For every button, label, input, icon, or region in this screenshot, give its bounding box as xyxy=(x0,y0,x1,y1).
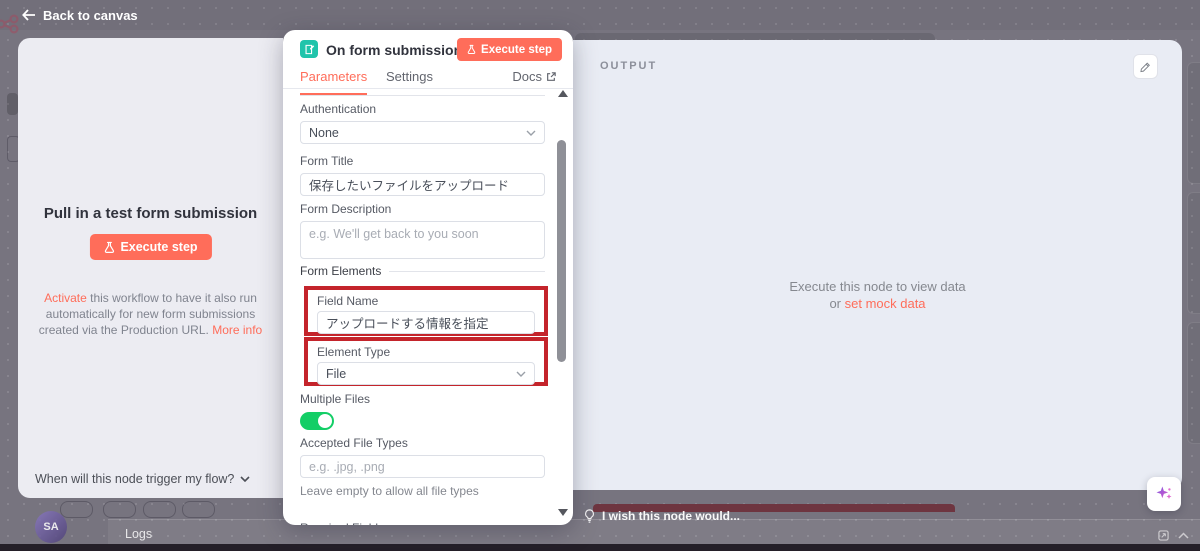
activate-link[interactable]: Activate xyxy=(44,291,87,305)
dimmed-canvas-button xyxy=(143,501,176,518)
edit-output-button[interactable] xyxy=(1133,54,1158,79)
bottom-right-icons xyxy=(1158,530,1189,541)
form-title-label: Form Title xyxy=(300,154,545,168)
ai-assistant-button[interactable] xyxy=(1147,477,1181,511)
accepted-file-types-field: Accepted File Types Leave empty to allow… xyxy=(300,436,545,498)
authentication-value: None xyxy=(309,126,339,140)
trigger-question-label: When will this node trigger my flow? xyxy=(35,472,234,486)
accepted-file-types-input[interactable] xyxy=(300,455,545,478)
dimmed-panel-fragment xyxy=(1187,62,1200,184)
element-type-select[interactable]: File xyxy=(317,362,535,385)
execute-step-button-modal[interactable]: Execute step xyxy=(457,38,562,61)
external-link-icon xyxy=(546,72,556,82)
form-title-input[interactable] xyxy=(300,173,545,196)
field-name-field: Field Name xyxy=(308,290,544,338)
dimmed-side-button xyxy=(7,93,18,115)
user-avatar[interactable]: SA xyxy=(35,511,67,543)
node-settings-modal: On form submission Execute step Paramete… xyxy=(283,30,573,525)
output-empty-or: or xyxy=(829,296,844,311)
flask-icon xyxy=(467,44,476,55)
docs-link[interactable]: Docs xyxy=(512,69,556,84)
scroll-down-arrow[interactable] xyxy=(558,509,568,516)
output-empty-state: Execute this node to view data or set mo… xyxy=(573,278,1182,312)
scrollbar-thumb[interactable] xyxy=(557,140,566,362)
arrow-left-icon xyxy=(22,9,35,21)
execute-step-label: Execute step xyxy=(481,44,552,56)
input-panel-title: Pull in a test form submission xyxy=(18,205,283,222)
logs-label[interactable]: Logs xyxy=(125,527,152,541)
form-elements-section-label: Form Elements xyxy=(300,264,545,278)
pencil-icon xyxy=(1140,61,1151,73)
field-name-highlight: Field Name xyxy=(304,286,548,336)
more-info-link[interactable]: More info xyxy=(212,323,262,337)
authentication-select[interactable]: None xyxy=(300,121,545,144)
required-field-label: Required Field xyxy=(300,521,378,525)
element-type-field: Element Type File xyxy=(308,341,544,389)
chevron-down-icon xyxy=(526,130,536,136)
divider xyxy=(300,95,545,96)
field-name-label: Field Name xyxy=(317,294,535,308)
required-field-field: Required Field xyxy=(300,521,378,525)
sparkle-icon xyxy=(1154,484,1174,504)
field-name-input[interactable] xyxy=(317,311,535,334)
flask-icon xyxy=(103,241,114,254)
output-panel: OUTPUT Execute this node to view data or… xyxy=(573,40,1182,490)
form-description-label: Form Description xyxy=(300,202,545,216)
avatar-initials: SA xyxy=(43,521,58,533)
modal-tabs: Parameters Settings Docs xyxy=(283,68,573,89)
form-description-textarea[interactable] xyxy=(300,221,545,259)
authentication-label: Authentication xyxy=(300,102,545,116)
form-title-field: Form Title xyxy=(300,154,545,196)
element-type-value: File xyxy=(326,367,346,381)
input-panel: Pull in a test form submission Execute s… xyxy=(18,38,283,498)
logs-panel: Logs xyxy=(108,519,1200,546)
multiple-files-label: Multiple Files xyxy=(300,392,370,406)
modal-title: On form submission xyxy=(326,42,462,58)
top-bar: Back to canvas xyxy=(0,0,1200,30)
activate-note: Activate this workflow to have it also r… xyxy=(34,290,267,338)
modal-scroll-area: Authentication None Form Title Form Desc… xyxy=(283,89,573,525)
multiple-files-field: Multiple Files xyxy=(300,392,370,430)
scroll-up-arrow[interactable] xyxy=(558,90,568,97)
execute-step-label: Execute step xyxy=(120,240,197,254)
form-elements-label: Form Elements xyxy=(300,264,381,278)
lightbulb-icon xyxy=(584,509,595,523)
app-screen: Back to canvas Pull in a test form submi… xyxy=(0,0,1200,551)
bottom-border xyxy=(0,544,1200,551)
dimmed-canvas-button xyxy=(60,501,93,518)
wish-label: I wish this node would... xyxy=(602,509,740,523)
dimmed-canvas-button xyxy=(182,501,215,518)
divider xyxy=(389,271,545,272)
accepted-file-types-label: Accepted File Types xyxy=(300,436,545,450)
tab-settings[interactable]: Settings xyxy=(386,69,433,84)
dimmed-panel-fragment xyxy=(1187,322,1200,444)
output-header: OUTPUT xyxy=(600,60,657,72)
dimmed-canvas-button xyxy=(103,501,136,518)
back-label: Back to canvas xyxy=(43,8,138,23)
chevron-down-icon xyxy=(516,371,526,377)
accepted-file-types-help: Leave empty to allow all file types xyxy=(300,484,545,498)
authentication-field: Authentication None xyxy=(300,102,545,144)
trigger-question-toggle[interactable]: When will this node trigger my flow? xyxy=(35,472,250,486)
execute-step-button[interactable]: Execute step xyxy=(89,234,211,260)
docs-label: Docs xyxy=(512,69,542,84)
form-node-icon xyxy=(300,40,318,58)
chevron-down-icon xyxy=(240,476,250,482)
multiple-files-toggle[interactable] xyxy=(300,412,334,430)
wish-node-button[interactable]: I wish this node would... xyxy=(584,509,740,523)
form-description-field: Form Description xyxy=(300,202,545,264)
element-type-highlight: Element Type File xyxy=(304,337,548,386)
dimmed-panel-fragment xyxy=(1187,192,1200,314)
chevron-up-icon[interactable] xyxy=(1178,532,1189,539)
back-to-canvas-button[interactable]: Back to canvas xyxy=(22,0,138,30)
element-type-label: Element Type xyxy=(317,345,535,359)
modal-header: On form submission Execute step xyxy=(283,30,573,64)
toggle-knob xyxy=(318,414,332,428)
output-empty-line1: Execute this node to view data xyxy=(573,278,1182,295)
set-mock-data-link[interactable]: set mock data xyxy=(845,296,926,311)
expand-icon[interactable] xyxy=(1158,530,1169,541)
